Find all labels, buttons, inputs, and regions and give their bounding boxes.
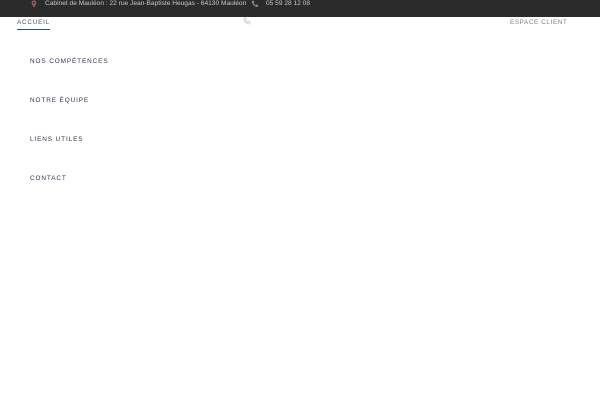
menu-item-nos-competences[interactable]: NOS COMPÉTENCES: [30, 57, 108, 66]
address-text: Cabinet de Mauléon : 22 rue Jean-Baptist…: [45, 0, 247, 7]
menu-item-liens-utiles[interactable]: LIENS UTILES: [30, 135, 83, 144]
phone-icon[interactable]: [243, 17, 251, 25]
menu-item-notre-equipe[interactable]: NOTRE ÉQUIPE: [30, 96, 89, 105]
map-pin-icon: [30, 0, 38, 8]
top-bar: Cabinet de Mauléon : 22 rue Jean-Baptist…: [0, 0, 600, 17]
nav-accueil-label: ACCUEIL: [17, 19, 51, 26]
active-underline: [17, 29, 51, 30]
phone-icon: [251, 0, 259, 8]
menu-item-contact[interactable]: CONTACT: [30, 174, 67, 183]
nav-accueil[interactable]: ACCUEIL: [17, 18, 51, 30]
phone-link[interactable]: 05 59 28 12 08: [266, 0, 310, 8]
espace-client-link[interactable]: ESPACE CLIENT: [510, 18, 567, 27]
